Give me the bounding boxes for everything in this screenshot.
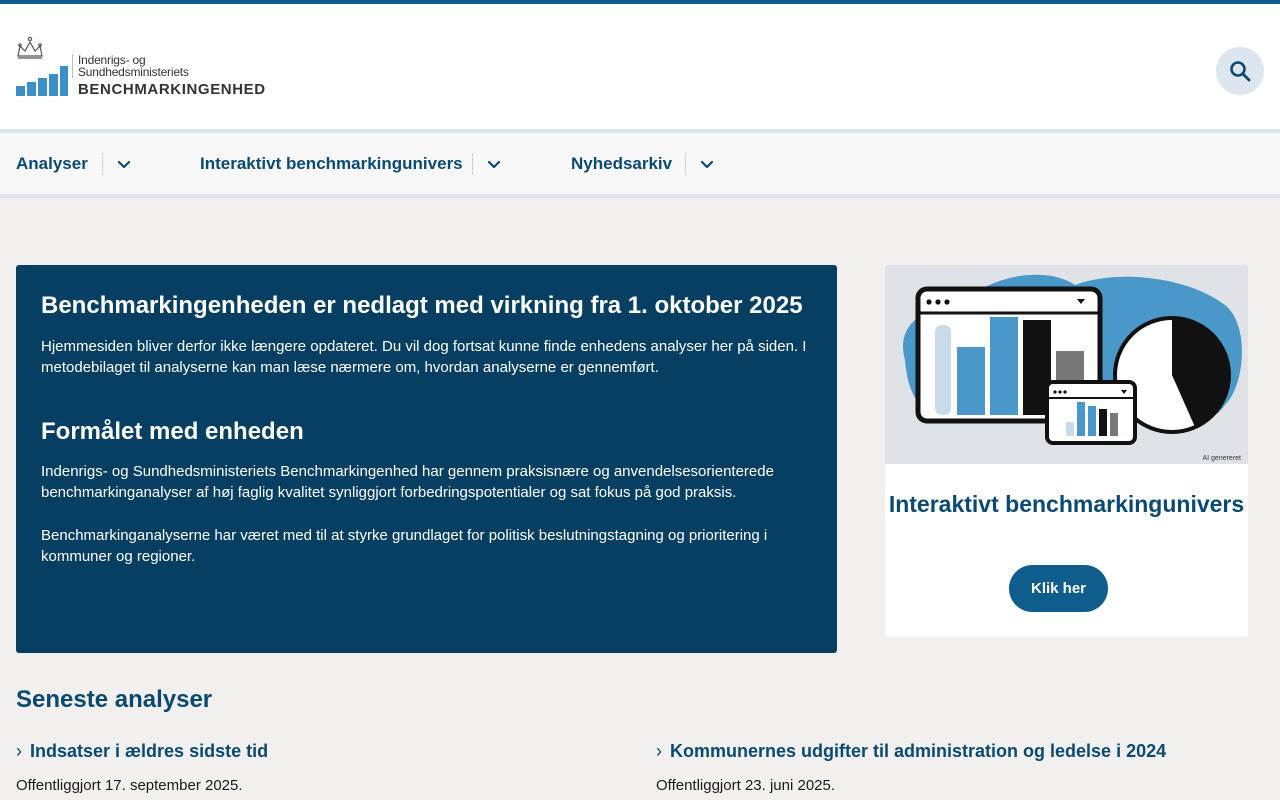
article-link[interactable]: Indsatser i ældres sidste tid bbox=[30, 741, 268, 762]
latest-analyses-title: Seneste analyser bbox=[16, 686, 213, 713]
nav-item-nyhedsarkiv[interactable]: Nyhedsarkiv bbox=[571, 154, 672, 174]
chevron-down-icon[interactable] bbox=[698, 155, 716, 173]
hero-subtitle: Formålet med enheden bbox=[41, 418, 304, 445]
card-title: Interaktivt benchmarkingunivers bbox=[888, 491, 1245, 517]
article-date: Offentliggjort 17. september 2025. bbox=[16, 777, 243, 794]
site-header: Indenrigs- og Sundhedsministeriets BENCH… bbox=[0, 4, 1280, 129]
nav-separator bbox=[102, 153, 103, 175]
chevron-down-icon[interactable] bbox=[485, 155, 503, 173]
article-date: Offentliggjort 23. juni 2025. bbox=[656, 777, 836, 794]
logo-divider bbox=[72, 54, 73, 78]
hero-paragraph: Indenrigs- og Sundhedsministeriets Bench… bbox=[41, 463, 774, 501]
hero-intro: Hjemmesiden bliver derfor ikke længere o… bbox=[41, 338, 807, 376]
crown-bars-logo-icon bbox=[16, 36, 68, 96]
chevron-right-icon: › bbox=[656, 741, 662, 761]
hero-notice: Benchmarkingenheden er nedlagt med virkn… bbox=[16, 265, 837, 653]
chevron-down-icon[interactable] bbox=[115, 155, 133, 173]
search-icon bbox=[1230, 61, 1251, 82]
hero-title: Benchmarkingenheden er nedlagt med virkn… bbox=[41, 292, 803, 319]
logo-text-line3: BENCHMARKINGENHED bbox=[78, 81, 266, 98]
dashboard-illustration-icon bbox=[903, 274, 1242, 445]
main-navigation: Analyser Interaktivt benchmarkingunivers… bbox=[0, 133, 1280, 194]
logo-text-line2: Sundhedsministeriets bbox=[78, 65, 189, 79]
site-logo[interactable]: Indenrigs- og Sundhedsministeriets BENCH… bbox=[16, 36, 276, 98]
nav-separator bbox=[472, 153, 473, 175]
ai-generated-tag: AI genereret bbox=[1202, 455, 1241, 462]
search-button[interactable] bbox=[1216, 47, 1264, 95]
klik-her-button[interactable]: Klik her bbox=[1009, 565, 1108, 612]
article-link[interactable]: Kommunernes udgifter til administration … bbox=[670, 741, 1166, 762]
nav-separator bbox=[685, 153, 686, 175]
nav-item-analyser[interactable]: Analyser bbox=[16, 154, 88, 174]
nav-border-bottom bbox=[0, 194, 1280, 198]
hero-paragraph: Benchmarkinganalyserne har været med til… bbox=[41, 527, 768, 565]
chevron-right-icon: › bbox=[16, 741, 22, 761]
nav-item-interaktivt-benchmarkingunivers[interactable]: Interaktivt benchmarkingunivers bbox=[200, 154, 463, 174]
promo-card: AI genereret Interaktivt benchmarkinguni… bbox=[885, 265, 1248, 637]
card-illustration: AI genereret bbox=[885, 265, 1248, 464]
